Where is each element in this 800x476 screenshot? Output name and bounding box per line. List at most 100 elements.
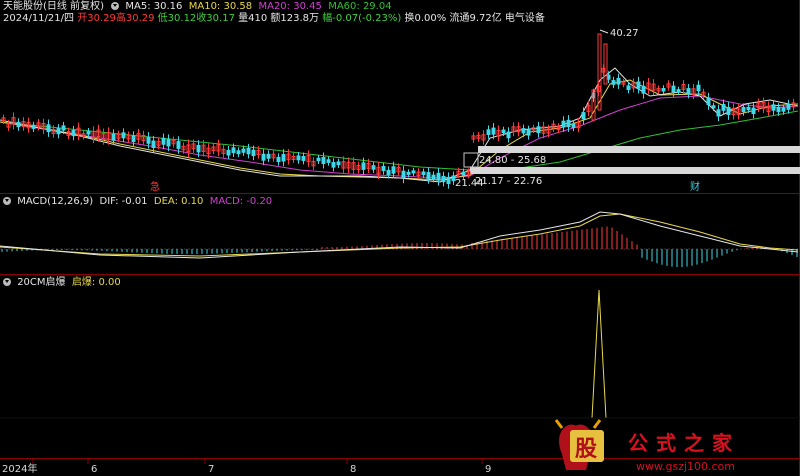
candle-body (261, 153, 266, 161)
zone-upper-label: 24.80 - 25.68 (479, 155, 546, 166)
candle-body (426, 172, 431, 180)
candle-body (281, 154, 286, 162)
candle-body (316, 157, 321, 162)
site-name: 公式之家 (628, 431, 740, 455)
candle-body (241, 148, 246, 153)
watermark: 股 公式之家 www.gszj100.com (554, 419, 740, 473)
candle-body (581, 112, 586, 120)
support-zone (470, 167, 800, 174)
candle-body (486, 129, 491, 136)
finance-mark[interactable]: 财 (690, 180, 700, 193)
candle-body (431, 174, 436, 180)
x-axis: 2024年 6 7 8 9 (2, 459, 491, 475)
candle-body (776, 106, 781, 113)
candle-body (46, 124, 51, 133)
candle-body (266, 153, 271, 159)
candle-body (571, 123, 576, 129)
candle-body (371, 165, 376, 170)
candle-body (461, 171, 466, 176)
logo-char: 股 (575, 437, 597, 462)
x-tick-label: 6 (91, 464, 97, 475)
candle-body (196, 144, 201, 153)
candle-body (706, 97, 711, 106)
candle-body (231, 147, 236, 154)
candle-body (711, 105, 716, 109)
candle-body (726, 107, 731, 115)
ma60-line (0, 110, 799, 171)
x-tick-label: 9 (485, 464, 491, 475)
candle-body (406, 171, 411, 175)
peak-label: 40.27 (610, 28, 639, 39)
candle-body (326, 159, 331, 163)
candle-body (321, 157, 326, 164)
candle-body (236, 150, 241, 155)
event-mark[interactable]: 急 (150, 180, 160, 193)
candle-body (686, 88, 691, 95)
candle-body (676, 89, 681, 93)
candle-body (741, 106, 746, 113)
candle-body (401, 170, 406, 179)
candle-body (786, 103, 791, 110)
candle-body (491, 127, 496, 135)
candle-body (246, 147, 251, 155)
candles-group (1, 33, 796, 189)
candle-body (441, 175, 446, 183)
candle-body (436, 172, 441, 181)
candle-body (421, 171, 426, 176)
candle-body (386, 169, 391, 175)
candle-body (151, 140, 156, 148)
candle-body (626, 85, 631, 91)
indicator-spike (591, 289, 607, 419)
candle-body (121, 132, 126, 139)
candle-body (176, 141, 181, 149)
candle-body (16, 121, 21, 128)
candle-body (336, 161, 341, 166)
candle-body (361, 162, 366, 170)
candle-body (661, 87, 666, 92)
candle-body (331, 162, 336, 168)
x-tick-label: 2024年 (2, 462, 37, 475)
candle-body (526, 129, 531, 136)
candle-body (391, 166, 396, 174)
candle-body (381, 166, 386, 172)
candle-body (86, 130, 91, 135)
candle-body (506, 131, 511, 139)
candle-body (721, 104, 726, 111)
site-url: www.gszj100.com (636, 460, 735, 473)
candle-body (301, 156, 306, 161)
candle-body (641, 85, 646, 94)
candle-body (161, 137, 166, 145)
resistance-zone (478, 146, 800, 153)
candle-body (111, 133, 116, 141)
candle-body (521, 128, 526, 134)
candle-body (603, 43, 608, 85)
candle-body (131, 135, 136, 143)
candle-body (411, 170, 416, 174)
chart-canvas[interactable]: 40.27 21.44 24.80 - 25.68 21.17 - 22.76 … (0, 0, 800, 476)
candle-body (56, 128, 61, 135)
zone-lower-label: 21.17 - 22.76 (475, 176, 542, 187)
candle-body (251, 149, 256, 157)
candle-body (781, 107, 786, 112)
candle-body (276, 156, 281, 163)
candle-body (296, 155, 301, 161)
candle-body (561, 120, 566, 128)
macd-dea-line (0, 213, 799, 257)
candle-body (716, 109, 721, 117)
candle-body (446, 176, 451, 185)
candle-body (636, 81, 641, 89)
candle-body (501, 129, 506, 134)
macd-dif-line (0, 211, 799, 259)
x-tick-label: 8 (350, 464, 356, 475)
candle-body (146, 136, 151, 144)
candle-body (166, 139, 171, 147)
candle-body (226, 149, 231, 156)
x-tick-label: 7 (208, 464, 214, 475)
candle-body (611, 80, 616, 85)
candle-body (696, 84, 701, 92)
candle-body (746, 106, 751, 111)
peak-pointer (599, 29, 609, 34)
candle-body (597, 33, 602, 111)
candle-body (536, 126, 541, 134)
candle-body (751, 107, 756, 115)
